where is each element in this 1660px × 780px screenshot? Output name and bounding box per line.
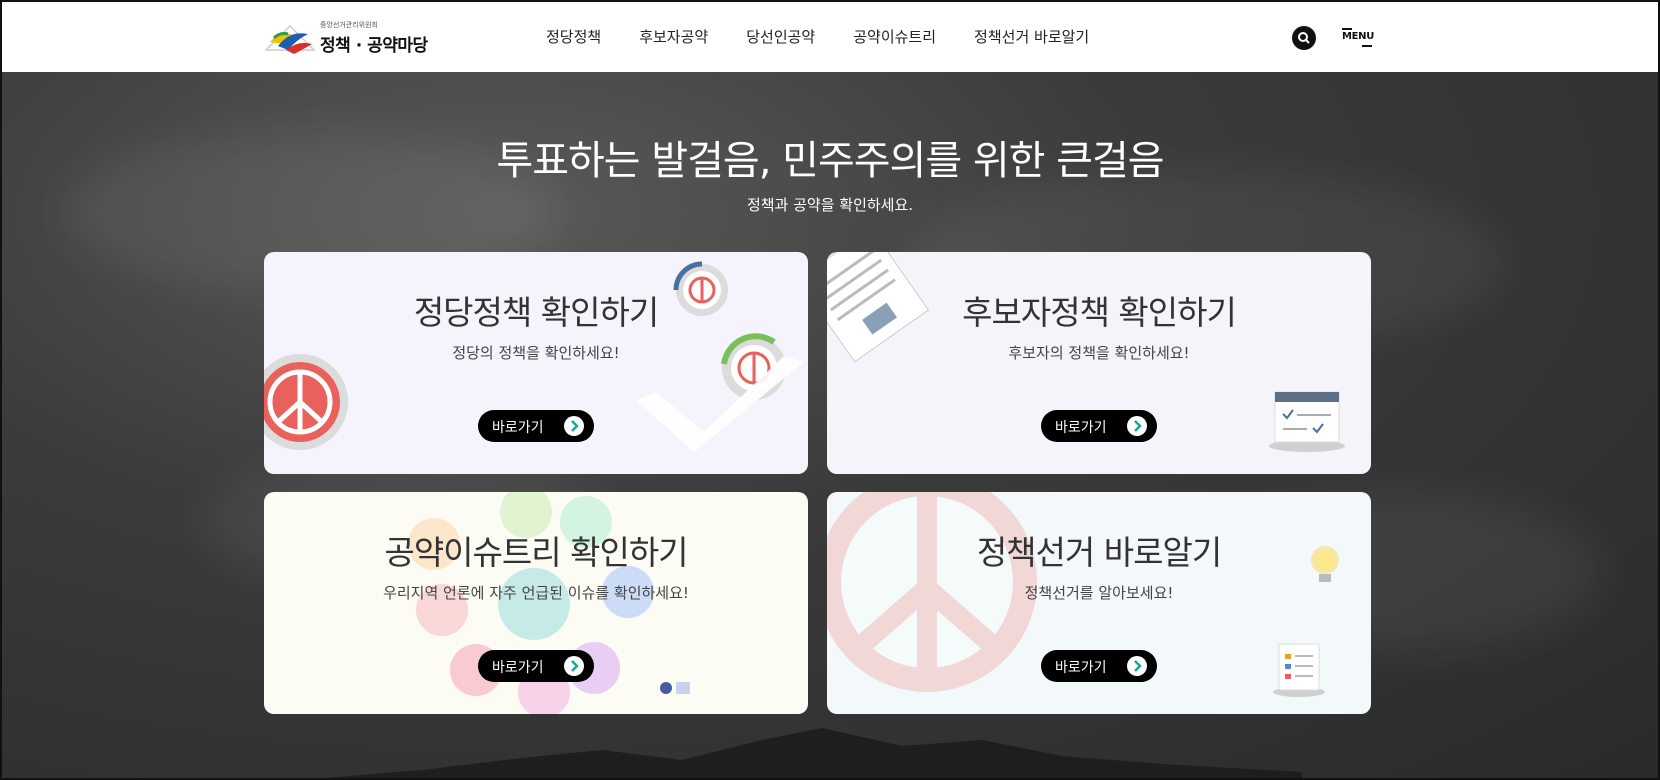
go-policy-election-guide-button[interactable]: 바로가기 (1041, 650, 1157, 682)
logo-org-name: 중앙선거관리위원회 (320, 21, 378, 29)
go-party-policy-button[interactable]: 바로가기 (478, 410, 594, 442)
pledge-issue-tree-card[interactable]: 공약이슈트리 확인하기 우리지역 언론에 자주 언급된 이슈를 확인하세요! 바… (264, 492, 808, 714)
site-logo[interactable]: 중앙선거관리위원회 정책 · 공약마당 (264, 18, 434, 60)
party-policy-card[interactable]: 정당정책 확인하기 정당의 정책을 확인하세요! 바로가기 (264, 252, 808, 474)
button-label: 바로가기 (1055, 660, 1107, 676)
nav-item-party-policy[interactable]: 정당정책 (546, 26, 601, 47)
button-label: 바로가기 (492, 660, 544, 676)
mountain-silhouette (326, 728, 1302, 778)
card-description: 후보자의 정책을 확인하세요! (1008, 344, 1190, 362)
search-button[interactable] (1292, 26, 1316, 50)
menu-button[interactable]: MENU (1342, 26, 1374, 48)
nav-item-pledge-issue-tree[interactable]: 공약이슈트리 (853, 26, 936, 47)
search-icon (1298, 32, 1310, 44)
arrow-right-icon (564, 656, 584, 676)
nav-item-policy-election-guide[interactable]: 정책선거 바로알기 (974, 26, 1089, 47)
arrow-right-icon (1127, 416, 1147, 436)
card-description: 정책선거를 알아보세요! (1024, 584, 1174, 602)
page-frame: 중앙선거관리위원회 정책 · 공약마당 정당정책 후보자공약 당선인공약 공약이… (0, 0, 1660, 780)
card-title: 정당정책 확인하기 (413, 293, 659, 332)
arrow-right-icon (564, 416, 584, 436)
menu-label: MENU (1342, 31, 1375, 42)
main-nav: 정당정책 후보자공약 당선인공약 공약이슈트리 정책선거 바로알기 (546, 26, 1127, 47)
logo-title: 정책 · 공약마당 (320, 36, 428, 56)
nav-item-candidate-pledge[interactable]: 후보자공약 (639, 26, 708, 47)
card-description: 우리지역 언론에 자주 언급된 이슈를 확인하세요! (383, 584, 689, 602)
candidate-policy-card[interactable]: 후보자정책 확인하기 후보자의 정책을 확인하세요! 바로가기 (827, 252, 1371, 474)
go-candidate-policy-button[interactable]: 바로가기 (1041, 410, 1157, 442)
button-label: 바로가기 (492, 420, 544, 436)
go-pledge-issue-tree-button[interactable]: 바로가기 (478, 650, 594, 682)
site-header: 중앙선거관리위원회 정책 · 공약마당 정당정책 후보자공약 당선인공약 공약이… (2, 2, 1658, 72)
card-title: 공약이슈트리 확인하기 (384, 533, 688, 572)
card-title: 후보자정책 확인하기 (962, 293, 1237, 332)
hero-subtitle: 정책과 공약을 확인하세요. (746, 196, 914, 214)
hero-title: 투표하는 발걸음, 민주주의를 위한 큰걸음 (496, 138, 1164, 184)
nav-item-elected-pledge[interactable]: 당선인공약 (746, 26, 815, 47)
card-title: 정책선거 바로알기 (976, 533, 1222, 572)
policy-election-guide-card[interactable]: 정책선거 바로알기 정책선거를 알아보세요! 바로가기 (827, 492, 1371, 714)
card-description: 정당의 정책을 확인하세요! (452, 344, 620, 362)
arrow-right-icon (1127, 656, 1147, 676)
logo-bird-icon (264, 24, 316, 54)
button-label: 바로가기 (1055, 420, 1107, 436)
